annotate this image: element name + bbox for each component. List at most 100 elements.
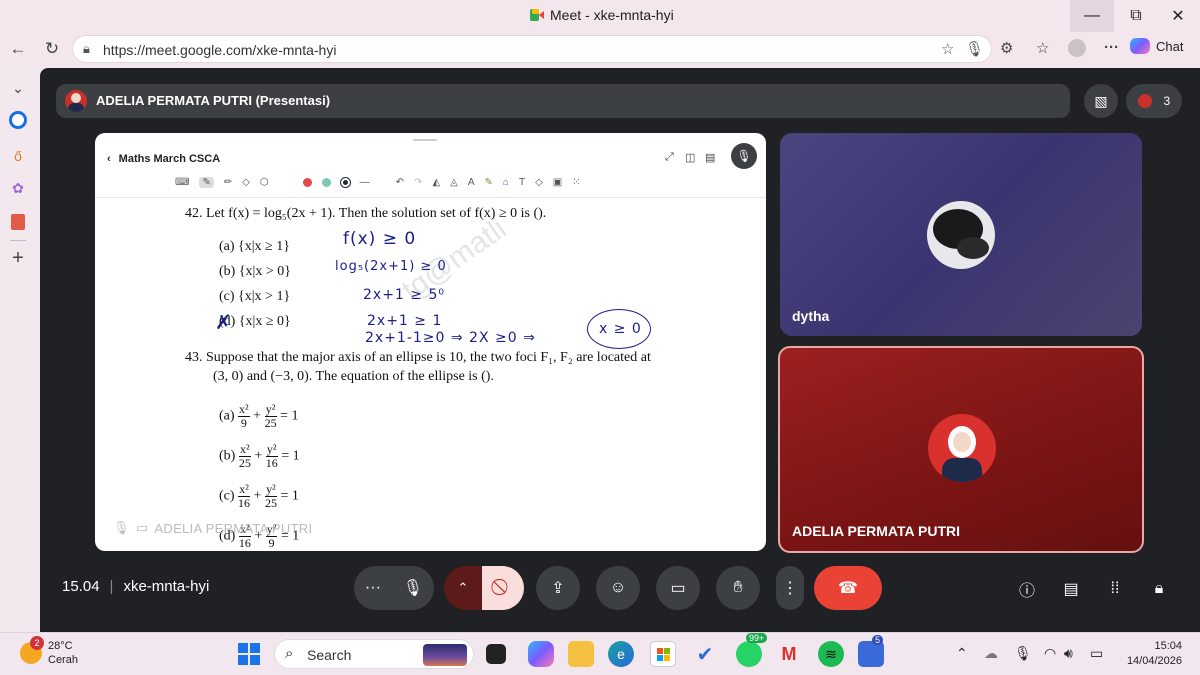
- shape-tool-icon[interactable]: ◭: [432, 177, 440, 188]
- video-options-chevron-icon[interactable]: ⌃: [444, 580, 482, 596]
- lasso-tool-icon[interactable]: ⬡: [260, 177, 269, 188]
- task-view-icon[interactable]: [486, 644, 506, 664]
- q42-option-c: (c) {x|x > 1}: [219, 289, 291, 304]
- leave-call-button[interactable]: ☎︎: [814, 566, 882, 610]
- color-dark-swatch[interactable]: [340, 177, 350, 187]
- sidebar-pdf-icon[interactable]: [8, 212, 28, 232]
- spotify-icon[interactable]: ≋: [818, 641, 844, 667]
- more-menu-button[interactable]: ···: [1104, 39, 1119, 56]
- clock-time: 15:04: [1154, 640, 1182, 652]
- insert-text-icon[interactable]: T: [519, 177, 525, 188]
- taskbar-search[interactable]: ⌕ Search: [274, 639, 474, 669]
- sidebar-app-icon[interactable]: ő: [8, 146, 28, 166]
- show-hidden-icons[interactable]: ⌃: [956, 645, 968, 662]
- audio-options-icon[interactable]: ···: [365, 579, 381, 597]
- highlighter-tool-icon[interactable]: ✎: [485, 177, 493, 188]
- color-teal-swatch[interactable]: [321, 177, 331, 187]
- chat-icon[interactable]: ▤: [1058, 576, 1084, 602]
- expand-icon[interactable]: ⤢: [665, 151, 674, 164]
- pencil-tool-icon[interactable]: ✏︎: [224, 177, 232, 188]
- chevron-down-icon[interactable]: ⌄: [8, 78, 28, 98]
- meeting-info: 15.04 | xke-mnta-hyi: [62, 578, 209, 595]
- microsoft-store-icon[interactable]: [650, 641, 676, 667]
- fill-tool-icon[interactable]: ◬: [450, 177, 458, 188]
- refresh-icon[interactable]: ↻: [40, 38, 64, 60]
- drag-handle[interactable]: [413, 139, 437, 141]
- color-red-swatch[interactable]: [302, 177, 312, 187]
- host-controls-icon[interactable]: 🔒︎: [1146, 576, 1172, 602]
- whatsapp-icon[interactable]: 99+: [736, 633, 768, 667]
- layout-toggle-icon[interactable]: ▧: [1084, 84, 1118, 118]
- profile-avatar[interactable]: [1068, 39, 1086, 61]
- camera-off-icon[interactable]: ⃠: [482, 566, 524, 610]
- start-button[interactable]: [236, 641, 262, 667]
- site-info-icon[interactable]: 🔒︎: [83, 41, 90, 57]
- file-explorer-icon[interactable]: [568, 641, 594, 667]
- extensions-icon[interactable]: ⚙︎: [1000, 39, 1013, 57]
- reactions-button[interactable]: ☺: [596, 566, 640, 610]
- denominator: 16: [238, 496, 251, 510]
- favorite-star-icon[interactable]: ☆: [941, 40, 954, 58]
- network-tray-icon[interactable]: ☁: [984, 645, 998, 662]
- participant-tile[interactable]: dytha: [780, 133, 1142, 336]
- weather-widget[interactable]: 2 28°C Cerah: [20, 636, 78, 667]
- edge-browser-icon[interactable]: e: [608, 641, 634, 667]
- minimize-button[interactable]: —: [1070, 0, 1114, 32]
- presentation-panel: ‹ Maths March CSCA ⤢ ◫ ▤ 🎙︎ ⌨ ✎ ✏︎ ◇ ⬡ —…: [95, 133, 766, 551]
- wifi-icon[interactable]: ◠: [1044, 645, 1056, 662]
- mic-tray-icon[interactable]: 🎙︎: [1014, 645, 1032, 662]
- fraction: x² 25: [238, 443, 251, 470]
- raise-hand-button[interactable]: ✋︎: [716, 566, 760, 610]
- participant-name: dytha: [792, 308, 830, 324]
- q42-option-b: (b) {x|x > 0}: [219, 264, 291, 279]
- activities-icon[interactable]: ⁞⁞: [1102, 576, 1128, 602]
- plus-sign: +: [253, 408, 262, 424]
- text-tool-icon[interactable]: A: [468, 177, 475, 188]
- back-chevron-icon[interactable]: ‹: [107, 153, 111, 165]
- microphone-icon[interactable]: 🎙︎: [403, 578, 423, 598]
- address-bar[interactable]: 🔒︎ https://meet.google.com/xke-mnta-hyi …: [72, 35, 992, 63]
- participants-button[interactable]: 3: [1126, 84, 1182, 118]
- captions-button[interactable]: ▭: [656, 566, 700, 610]
- redo-icon[interactable]: ↷: [414, 177, 422, 188]
- url-text[interactable]: https://meet.google.com/xke-mnta-hyi: [103, 42, 336, 58]
- q42-option-d-text: {x|x ≥ 0}: [238, 314, 291, 329]
- more-options-button[interactable]: ⋮: [776, 566, 804, 610]
- present-screen-button[interactable]: ⇪: [536, 566, 580, 610]
- clock-date: 14/04/2026: [1126, 655, 1182, 667]
- handwriting-answer: x ≥ 0: [599, 321, 642, 337]
- meeting-details-icon[interactable]: ⓘ: [1014, 576, 1040, 602]
- keyboard-tool-icon[interactable]: ⌨: [175, 177, 189, 188]
- ruler-tool-icon[interactable]: ⌂: [503, 177, 509, 188]
- volume-icon[interactable]: 🔊︎: [1064, 645, 1073, 662]
- book-view-icon[interactable]: ◫: [685, 151, 695, 164]
- document-icon[interactable]: ▤: [705, 151, 715, 164]
- restore-button[interactable]: ⧉: [1114, 0, 1158, 32]
- image-tool-icon[interactable]: ▣: [553, 177, 562, 188]
- q43-option-c-label: (c): [219, 488, 235, 504]
- pen-tool-icon[interactable]: ✎: [199, 176, 214, 188]
- battery-icon[interactable]: ▭: [1090, 645, 1103, 662]
- favorites-icon[interactable]: ☆: [1036, 39, 1049, 57]
- copilot-chat-button[interactable]: Chat: [1130, 38, 1183, 54]
- copilot-app-icon[interactable]: [528, 641, 554, 667]
- participant-avatar: [928, 414, 996, 482]
- mcafee-icon[interactable]: M: [776, 641, 802, 667]
- sidebar-app-active-icon[interactable]: [8, 110, 28, 130]
- emoji-icon: ☺: [609, 579, 627, 596]
- participant-tile-active-speaker[interactable]: ADELIA PERMATA PUTRI: [778, 346, 1144, 553]
- close-button[interactable]: ✕: [1156, 0, 1200, 32]
- grid-tool-icon[interactable]: ⁙: [572, 177, 580, 188]
- todo-check-icon[interactable]: ✔: [692, 641, 718, 667]
- back-icon[interactable]: ←: [6, 38, 30, 60]
- undo-icon[interactable]: ↶: [396, 177, 404, 188]
- chat-label: Chat: [1156, 38, 1184, 54]
- taskbar-clock[interactable]: 15:04 14/04/2026: [1120, 639, 1182, 669]
- add-icon[interactable]: +: [8, 247, 28, 269]
- calendar-app-icon[interactable]: 5: [858, 635, 884, 667]
- eraser-tool-icon[interactable]: ◇: [242, 177, 250, 188]
- tag-tool-icon[interactable]: ◇: [535, 177, 543, 188]
- mic-icon[interactable]: 🎙︎: [965, 40, 984, 58]
- stroke-width-icon[interactable]: —: [360, 177, 370, 188]
- sidebar-copilot-icon[interactable]: ✿: [8, 178, 28, 198]
